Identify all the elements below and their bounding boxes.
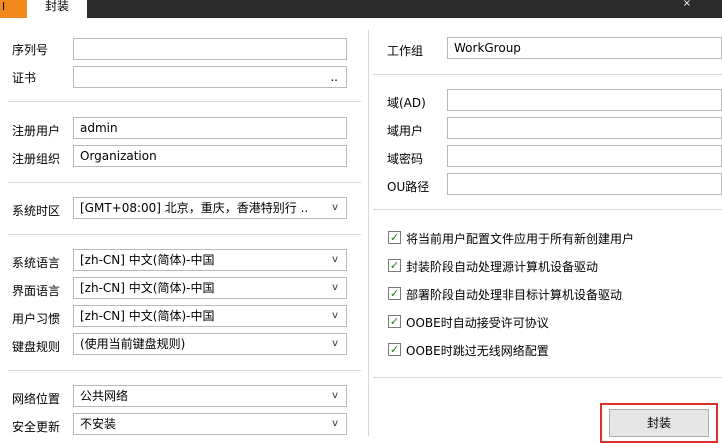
ou-label: OU路径	[387, 180, 430, 194]
option-label: OOBE时跳过无线网络配置	[406, 344, 549, 358]
workgroup-input[interactable]: WorkGroup	[447, 37, 722, 59]
section-divider	[373, 74, 722, 75]
chevron-down-icon[interactable]: v	[332, 250, 338, 270]
option-label: 封装阶段自动处理源计算机设备驱动	[406, 260, 599, 274]
option-checkbox[interactable]: ✓	[388, 259, 401, 272]
option-checkbox[interactable]: ✓	[388, 315, 401, 328]
section-divider	[373, 377, 722, 378]
update-label: 安全更新	[12, 420, 61, 434]
locale-value: [zh-CN] 中文(简体)-中国	[80, 309, 215, 323]
seal-button[interactable]: 封装	[609, 409, 709, 437]
reg-user-label: 注册用户	[12, 124, 61, 138]
close-icon[interactable]: ×	[680, 0, 694, 10]
section-divider	[8, 370, 361, 371]
locale-label: 用户习惯	[12, 312, 61, 326]
chevron-down-icon[interactable]: v	[332, 198, 338, 218]
section-divider	[8, 101, 361, 102]
title-bar: I 封装 ×	[0, 0, 722, 18]
app-icon: I	[0, 0, 27, 18]
domain-pass-label: 域密码	[387, 152, 424, 166]
chevron-down-icon[interactable]: v	[332, 278, 338, 298]
reg-user-input[interactable]: admin	[73, 117, 347, 139]
update-select[interactable]: 不安装 v	[73, 413, 347, 435]
chevron-down-icon[interactable]: v	[332, 386, 338, 406]
section-divider	[8, 182, 361, 183]
option-checkbox[interactable]: ✓	[388, 287, 401, 300]
timezone-label: 系统时区	[12, 204, 61, 218]
option-label: 部署阶段自动处理非目标计算机设备驱动	[406, 288, 623, 302]
locale-select[interactable]: [zh-CN] 中文(简体)-中国 v	[73, 305, 347, 327]
domain-pass-input[interactable]	[447, 145, 722, 167]
reg-org-label: 注册组织	[12, 152, 61, 166]
sys-lang-value: [zh-CN] 中文(简体)-中国	[80, 253, 215, 267]
ui-lang-select[interactable]: [zh-CN] 中文(简体)-中国 v	[73, 277, 347, 299]
domain-input[interactable]	[447, 89, 722, 111]
ou-input[interactable]	[447, 173, 722, 195]
workgroup-label: 工作组	[387, 44, 424, 58]
serial-label: 序列号	[12, 43, 49, 57]
keyboard-label: 键盘规则	[12, 340, 61, 354]
domain-user-label: 域用户	[387, 124, 424, 138]
option-label: 将当前用户配置文件应用于所有新创建用户	[406, 232, 635, 246]
cert-label: 证书	[12, 71, 37, 85]
option-checkbox[interactable]: ✓	[388, 343, 401, 356]
keyboard-value: (使用当前键盘规则)	[80, 337, 186, 351]
keyboard-select[interactable]: (使用当前键盘规则) v	[73, 333, 347, 355]
cert-input[interactable]: ..	[73, 66, 347, 88]
net-loc-value: 公共网络	[80, 389, 129, 403]
chevron-down-icon[interactable]: v	[332, 414, 338, 434]
net-loc-select[interactable]: 公共网络 v	[73, 385, 347, 407]
serial-input[interactable]	[73, 38, 347, 60]
column-divider	[368, 30, 369, 436]
timezone-value: [GMT+08:00] 北京，重庆，香港特别行 ..	[80, 201, 309, 215]
chevron-down-icon[interactable]: v	[332, 306, 338, 326]
sys-lang-label: 系统语言	[12, 256, 61, 270]
domain-user-input[interactable]	[447, 117, 722, 139]
reg-org-input[interactable]: Organization	[73, 145, 347, 167]
chevron-down-icon[interactable]: v	[332, 334, 338, 354]
option-checkbox[interactable]: ✓	[388, 231, 401, 244]
sys-lang-select[interactable]: [zh-CN] 中文(简体)-中国 v	[73, 249, 347, 271]
domain-label: 域(AD)	[387, 96, 426, 110]
net-loc-label: 网络位置	[12, 392, 61, 406]
seal-button-highlight: 封装	[600, 403, 718, 443]
ui-lang-value: [zh-CN] 中文(简体)-中国	[80, 281, 215, 295]
section-divider	[8, 234, 361, 235]
update-value: 不安装	[80, 417, 117, 431]
browse-button[interactable]: ..	[330, 67, 338, 87]
section-divider	[373, 209, 722, 210]
timezone-select[interactable]: [GMT+08:00] 北京，重庆，香港特别行 .. v	[73, 197, 347, 219]
tab-seal[interactable]: 封装	[27, 0, 87, 18]
ui-lang-label: 界面语言	[12, 284, 61, 298]
option-label: OOBE时自动接受许可协议	[406, 316, 549, 330]
